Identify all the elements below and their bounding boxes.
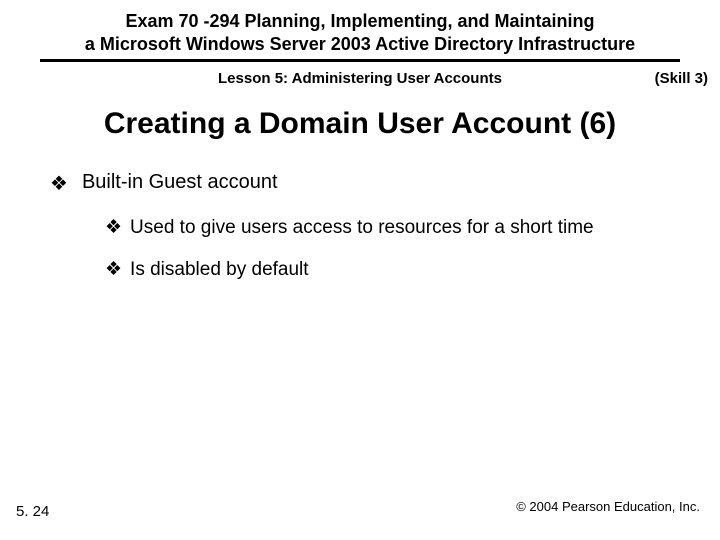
list-item-text: Built-in Guest account (82, 171, 278, 196)
diamond-bullet-icon: ❖ (50, 171, 68, 196)
sub-list: ❖ Used to give users access to resources… (50, 216, 670, 283)
content-area: ❖ Built-in Guest account ❖ Used to give … (0, 171, 720, 283)
list-item: ❖ Is disabled by default (105, 258, 670, 283)
diamond-bullet-icon: ❖ (105, 258, 122, 283)
exam-title-line1: Exam 70 -294 Planning, Implementing, and… (125, 11, 594, 31)
exam-title-line2: a Microsoft Windows Server 2003 Active D… (85, 34, 635, 54)
skill-label: (Skill 3) (655, 70, 708, 87)
page-number: 5. 24 (16, 503, 49, 520)
list-item: ❖ Built-in Guest account (50, 171, 670, 196)
subheader: Lesson 5: Administering User Accounts (S… (0, 66, 720, 93)
lesson-label: Lesson 5: Administering User Accounts (218, 70, 502, 87)
list-item-text: Is disabled by default (130, 258, 309, 283)
slide-header: Exam 70 -294 Planning, Implementing, and… (0, 0, 720, 66)
exam-title: Exam 70 -294 Planning, Implementing, and… (40, 10, 680, 62)
list-item: ❖ Used to give users access to resources… (105, 216, 670, 241)
list-item-text: Used to give users access to resources f… (130, 216, 594, 241)
diamond-bullet-icon: ❖ (105, 216, 122, 241)
copyright: © 2004 Pearson Education, Inc. (516, 499, 700, 514)
slide-title: Creating a Domain User Account (6) (20, 107, 700, 141)
